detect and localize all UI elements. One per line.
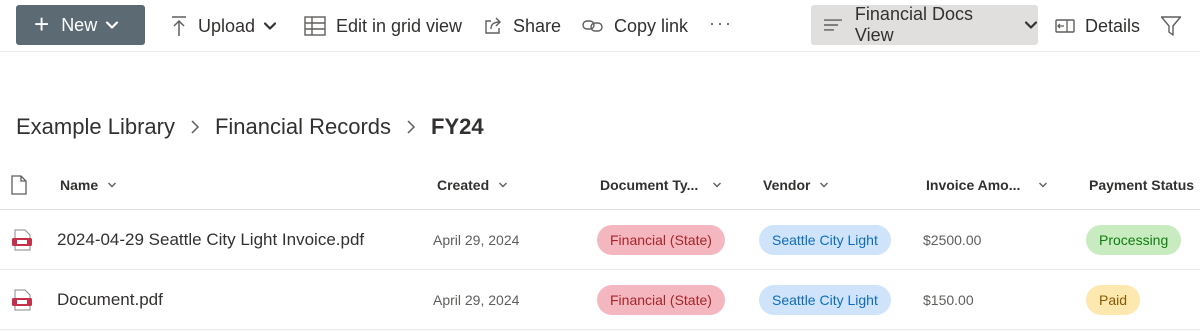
breadcrumb-current-folder: FY24 (431, 114, 484, 139)
share-label: Share (513, 15, 562, 36)
created-date: April 29, 2024 (433, 292, 520, 308)
payment-status-column-label: Payment Status (1089, 177, 1195, 193)
chevron-down-icon (499, 182, 508, 188)
filter-icon (1160, 16, 1182, 36)
document-type-cell: Financial (State) (597, 270, 725, 330)
share-button[interactable]: Share (483, 13, 561, 39)
file-type-column-header[interactable] (11, 160, 27, 210)
chevron-right-icon (191, 120, 200, 134)
command-bar: + New Upload Edit in grid view Share Cop… (0, 0, 1200, 52)
invoice-amount-column-label: Invoice Amo... (926, 177, 1021, 193)
chevron-down-icon (263, 22, 277, 30)
chevron-down-icon (108, 182, 117, 188)
list-header: Name Created Document Ty... Vendor Invoi… (0, 160, 1200, 210)
chevron-down-icon (1039, 182, 1048, 188)
vendor-pill: Seattle City Light (759, 285, 891, 315)
edit-grid-view-button[interactable]: Edit in grid view (304, 13, 462, 39)
created-date: April 29, 2024 (433, 232, 520, 248)
vendor-column-label: Vendor (763, 177, 811, 193)
chevron-down-icon (713, 182, 722, 188)
vendor-pill: Seattle City Light (759, 225, 891, 255)
vendor-column-header[interactable]: Vendor (763, 160, 829, 210)
view-selector[interactable]: Financial Docs View (811, 4, 1038, 45)
document-type-cell: Financial (State) (597, 210, 725, 270)
details-label: Details (1085, 15, 1141, 36)
vendor-cell: Seattle City Light (759, 210, 891, 270)
link-icon (582, 20, 603, 32)
pdf-file-icon (11, 270, 33, 330)
table-row[interactable]: Document.pdf April 29, 2024 Financial (S… (0, 270, 1200, 330)
breadcrumb: Example Library Financial Records FY24 (16, 112, 484, 142)
copy-link-label: Copy link (614, 15, 689, 36)
new-button[interactable]: + New (16, 5, 145, 45)
payment-status-cell: Processing (1086, 210, 1182, 270)
edit-grid-view-label: Edit in grid view (336, 15, 463, 36)
document-type-pill: Financial (State) (597, 225, 725, 255)
chevron-down-icon (820, 182, 829, 188)
invoice-amount-column-header[interactable]: Invoice Amo... (926, 160, 1048, 210)
invoice-amount: $150.00 (923, 292, 974, 308)
file-name-link[interactable]: Document.pdf (57, 270, 163, 330)
payment-status-cell: Paid (1086, 270, 1141, 330)
invoice-amount: $2500.00 (923, 232, 982, 248)
details-icon (1055, 19, 1075, 33)
document-type-column-label: Document Ty... (600, 177, 699, 193)
chevron-down-icon (1024, 21, 1038, 29)
file-type-icon (11, 175, 27, 195)
filter-button[interactable] (1160, 13, 1182, 39)
name-column-header[interactable]: Name (60, 160, 117, 210)
document-type-pill: Financial (State) (597, 285, 725, 315)
table-row[interactable]: 2024-04-29 Seattle City Light Invoice.pd… (0, 210, 1200, 270)
new-button-label: New (61, 14, 98, 35)
breadcrumb-item-financial-records[interactable]: Financial Records (215, 114, 391, 140)
plus-icon: + (34, 9, 50, 39)
vendor-cell: Seattle City Light (759, 270, 891, 330)
chevron-down-icon (106, 21, 119, 29)
payment-status-pill: Processing (1086, 225, 1182, 255)
payment-status-column-header[interactable]: Payment Status (1089, 160, 1194, 210)
created-column-header[interactable]: Created (437, 160, 508, 210)
created-column-label: Created (437, 177, 490, 193)
share-icon (485, 17, 501, 34)
grid-icon (304, 16, 326, 36)
payment-status-pill: Paid (1086, 285, 1141, 315)
copy-link-button[interactable]: Copy link (582, 13, 688, 39)
view-selector-label: Financial Docs View (854, 4, 973, 45)
breadcrumb-item-library[interactable]: Example Library (16, 114, 175, 140)
details-button[interactable]: Details (1055, 13, 1140, 39)
upload-button[interactable]: Upload (170, 13, 277, 39)
pdf-file-icon (11, 210, 33, 270)
file-name-link[interactable]: 2024-04-29 Seattle City Light Invoice.pd… (57, 210, 364, 270)
upload-label: Upload (198, 15, 256, 36)
view-lines-icon (823, 19, 842, 31)
chevron-right-icon (407, 120, 416, 134)
name-column-label: Name (60, 177, 99, 193)
document-type-column-header[interactable]: Document Ty... (600, 160, 722, 210)
more-options-icon[interactable]: ··· (709, 13, 733, 34)
upload-icon (172, 16, 186, 36)
